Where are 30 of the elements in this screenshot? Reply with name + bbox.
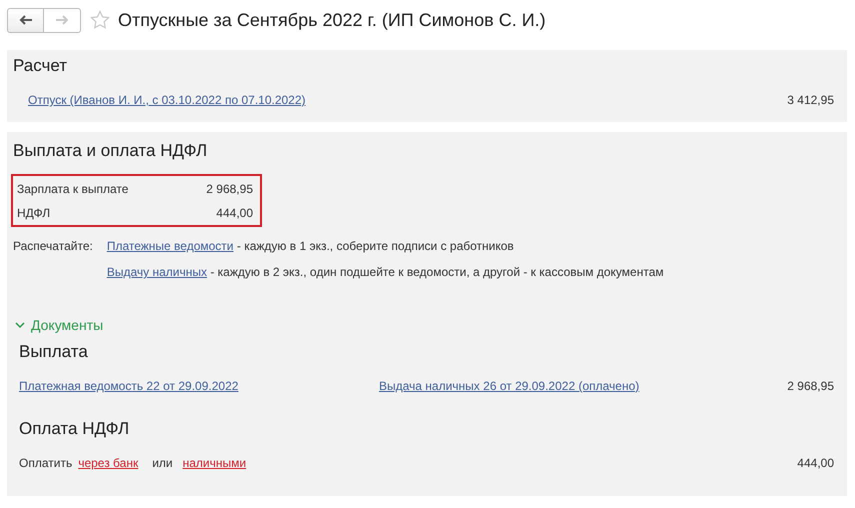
subsection-title: Выплата: [19, 342, 89, 362]
print-label: Распечатайте:: [13, 239, 93, 255]
subsection-title: Оплата НДФЛ: [19, 419, 130, 439]
right-arrow-icon: [55, 15, 69, 25]
print-link[interactable]: Выдачу наличных: [106, 265, 207, 279]
back-button[interactable]: [7, 8, 44, 32]
print-link[interactable]: Платежные ведомости: [106, 239, 234, 253]
summary-value: 444,00: [215, 206, 253, 220]
summary-value: 2 968,95: [205, 182, 253, 196]
amount-text: 444,00: [797, 456, 834, 470]
print-note: - каждую в 1 экз., соберите подписи с работников: [236, 239, 514, 253]
summary-label: НДФЛ: [17, 206, 52, 220]
section-title: Выплата и оплата НДФЛ: [13, 141, 208, 161]
amount-text: 2 968,95: [787, 379, 834, 393]
payment-option-link[interactable]: через банк: [78, 456, 138, 470]
chevron-icon: [15, 322, 25, 328]
star-icon[interactable]: [90, 10, 110, 30]
pay-label: Оплатить: [19, 456, 72, 470]
document-link[interactable]: Выдача наличных 26 от 29.09.2022 (оплачено): [379, 379, 788, 393]
section-title: Расчет: [13, 56, 68, 76]
summary-label: Зарплата к выплате: [17, 182, 130, 196]
document-link[interactable]: Платежная ведомость 22 от 29.09.2022: [19, 379, 379, 393]
amount-text: 3 412,95: [787, 93, 834, 107]
vacation-link[interactable]: Отпуск (Иванов И. И., с 03.10.2022 по 07.10.2022): [28, 93, 306, 107]
left-arrow-icon: [18, 15, 32, 25]
window-title: Отпускные за Сентябрь 2022 г. (ИП Симонов С. И.): [118, 10, 546, 30]
payment-option-link[interactable]: наличными: [182, 456, 246, 470]
print-note: - каждую в 2 экз., один подшейте к ведомости, а другой - к кассовым документам: [210, 265, 664, 279]
or-text: или: [152, 456, 173, 470]
documents-toggle[interactable]: Документы: [15, 317, 104, 333]
